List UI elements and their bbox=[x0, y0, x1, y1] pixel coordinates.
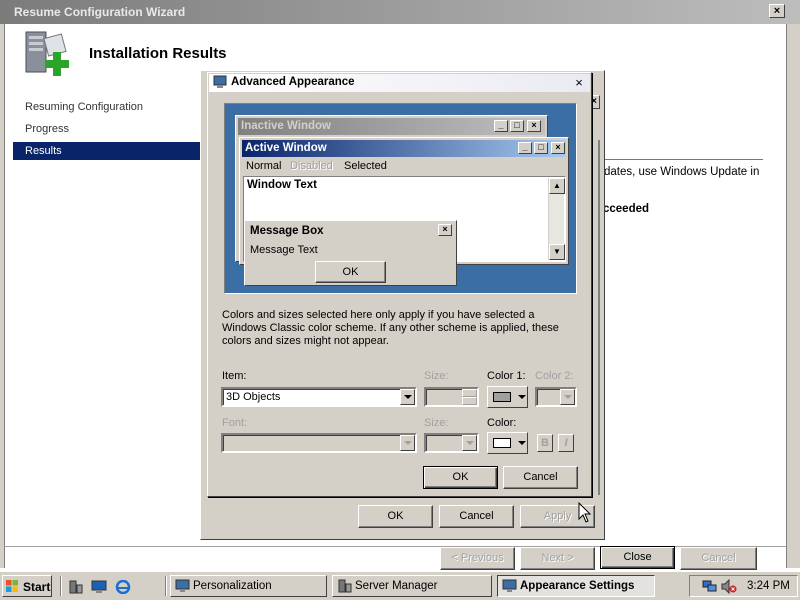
font-select[interactable] bbox=[221, 433, 417, 453]
ie-icon[interactable] bbox=[115, 580, 131, 594]
taskbar-clock[interactable]: 3:24 PM bbox=[747, 580, 790, 592]
bold-button[interactable]: B bbox=[537, 434, 553, 452]
display-icon bbox=[213, 75, 227, 88]
preview-scrollbar[interactable]: ▲ ▼ bbox=[548, 178, 565, 260]
desktop-icon[interactable] bbox=[91, 580, 107, 594]
preview-msgbox-ok-button[interactable]: OK bbox=[315, 261, 386, 283]
wizard-title: Resume Configuration Wizard bbox=[14, 5, 186, 19]
windows-logo-icon bbox=[6, 580, 18, 592]
font-color-picker[interactable] bbox=[487, 432, 528, 454]
chevron-down-icon bbox=[518, 441, 526, 445]
preview-menu-normal[interactable]: Normal bbox=[246, 160, 281, 172]
preview-active-maximize-icon: □ bbox=[534, 142, 548, 154]
wizard-cancel-button[interactable]: Cancel bbox=[680, 547, 757, 570]
wizard-heading: Installation Results bbox=[89, 45, 227, 62]
color1-label: Color 1: bbox=[487, 370, 526, 382]
appearance-preview[interactable]: Inactive Window _ □ × Active Window _ □ … bbox=[224, 103, 577, 294]
wizard-left-border bbox=[0, 24, 5, 568]
spin-arrows-icon[interactable] bbox=[462, 389, 477, 405]
wizard-close-button-bottom[interactable]: Close bbox=[600, 546, 675, 569]
task-server-manager-label: Server Manager bbox=[355, 580, 438, 592]
chevron-down-icon[interactable] bbox=[400, 389, 415, 405]
font-size-label: Size: bbox=[424, 417, 449, 429]
chevron-down-icon bbox=[518, 395, 526, 399]
preview-msgbox-text: Message Text bbox=[250, 244, 318, 256]
task-appearance-settings-label: Appearance Settings bbox=[520, 580, 635, 592]
task-personalization-label: Personalization bbox=[193, 580, 272, 592]
advanced-cancel-button[interactable]: Cancel bbox=[503, 466, 578, 489]
preview-active-close-icon: × bbox=[551, 142, 565, 154]
task-personalization[interactable]: Personalization bbox=[170, 575, 327, 597]
color1-swatch bbox=[493, 392, 511, 402]
wizard-result-text: cceeded bbox=[603, 203, 650, 215]
font-color-swatch bbox=[493, 438, 511, 448]
size-label: Size: bbox=[424, 370, 449, 382]
preview-menu-disabled[interactable]: Disabled bbox=[290, 160, 333, 172]
nav-item-results[interactable]: Results bbox=[13, 142, 201, 160]
preview-inactive-close-icon: × bbox=[527, 120, 541, 132]
chevron-down-icon bbox=[560, 389, 575, 405]
item-select-value: 3D Objects bbox=[226, 391, 281, 403]
wizard-update-text: dates, use Windows Update in bbox=[604, 166, 760, 178]
wizard-right-border bbox=[786, 24, 800, 568]
display-settings-tab-edge bbox=[594, 140, 600, 495]
taskbar-separator bbox=[165, 576, 167, 596]
task-appearance-settings[interactable]: Appearance Settings bbox=[497, 575, 655, 597]
taskbar-separator bbox=[60, 576, 62, 596]
appearance-description: Colors and sizes selected here only appl… bbox=[222, 309, 559, 347]
advanced-ok-button[interactable]: OK bbox=[423, 466, 498, 489]
advanced-appearance-title: Advanced Appearance bbox=[231, 76, 355, 88]
network-icon[interactable] bbox=[702, 579, 718, 594]
preview-msgbox-close-icon: × bbox=[438, 224, 452, 236]
preview-inactive-minimize-icon: _ bbox=[494, 120, 508, 132]
chevron-down-icon bbox=[462, 435, 477, 451]
wizard-next-button[interactable]: Next > bbox=[520, 547, 595, 570]
font-size-select[interactable] bbox=[424, 433, 479, 453]
display-settings-cancel-button[interactable]: Cancel bbox=[439, 505, 514, 528]
server-wizard-icon bbox=[25, 31, 69, 76]
chevron-down-icon bbox=[400, 435, 415, 451]
item-select[interactable]: 3D Objects bbox=[221, 387, 417, 407]
font-color-label: Color: bbox=[487, 417, 517, 429]
preview-message-box[interactable]: Message Box × Message Text OK bbox=[244, 220, 457, 286]
scroll-down-icon[interactable]: ▼ bbox=[549, 244, 565, 260]
color2-picker[interactable] bbox=[535, 387, 577, 407]
preview-active-minimize-icon: _ bbox=[518, 142, 532, 154]
wizard-close-button[interactable]: × bbox=[769, 4, 785, 18]
item-label: Item: bbox=[222, 370, 247, 382]
italic-button[interactable]: I bbox=[558, 434, 574, 452]
scroll-up-icon[interactable]: ▲ bbox=[549, 178, 565, 194]
font-label: Font: bbox=[222, 417, 248, 429]
size-stepper[interactable] bbox=[424, 387, 479, 407]
preview-inactive-maximize-icon: □ bbox=[510, 120, 524, 132]
server-manager-icon[interactable] bbox=[68, 580, 84, 594]
display-settings-ok-button[interactable]: OK bbox=[358, 505, 433, 528]
color1-picker[interactable] bbox=[487, 386, 528, 408]
wizard-previous-button[interactable]: < Previous bbox=[440, 547, 515, 570]
nav-item-progress[interactable]: Progress bbox=[25, 123, 69, 135]
display-icon bbox=[502, 579, 517, 592]
preview-window-text-label: Window Text bbox=[247, 179, 317, 191]
preview-msgbox-title: Message Box bbox=[247, 223, 454, 240]
volume-muted-icon[interactable] bbox=[721, 579, 737, 594]
display-icon bbox=[175, 579, 190, 592]
wizard-divider bbox=[600, 159, 763, 160]
color2-label: Color 2: bbox=[535, 370, 574, 382]
mouse-cursor-icon bbox=[578, 502, 592, 523]
server-manager-icon bbox=[338, 579, 352, 593]
task-server-manager[interactable]: Server Manager bbox=[332, 575, 492, 597]
preview-menu-selected[interactable]: Selected bbox=[344, 160, 387, 172]
advanced-appearance-close-button[interactable]: × bbox=[571, 76, 587, 90]
nav-item-resuming-configuration[interactable]: Resuming Configuration bbox=[25, 101, 143, 113]
